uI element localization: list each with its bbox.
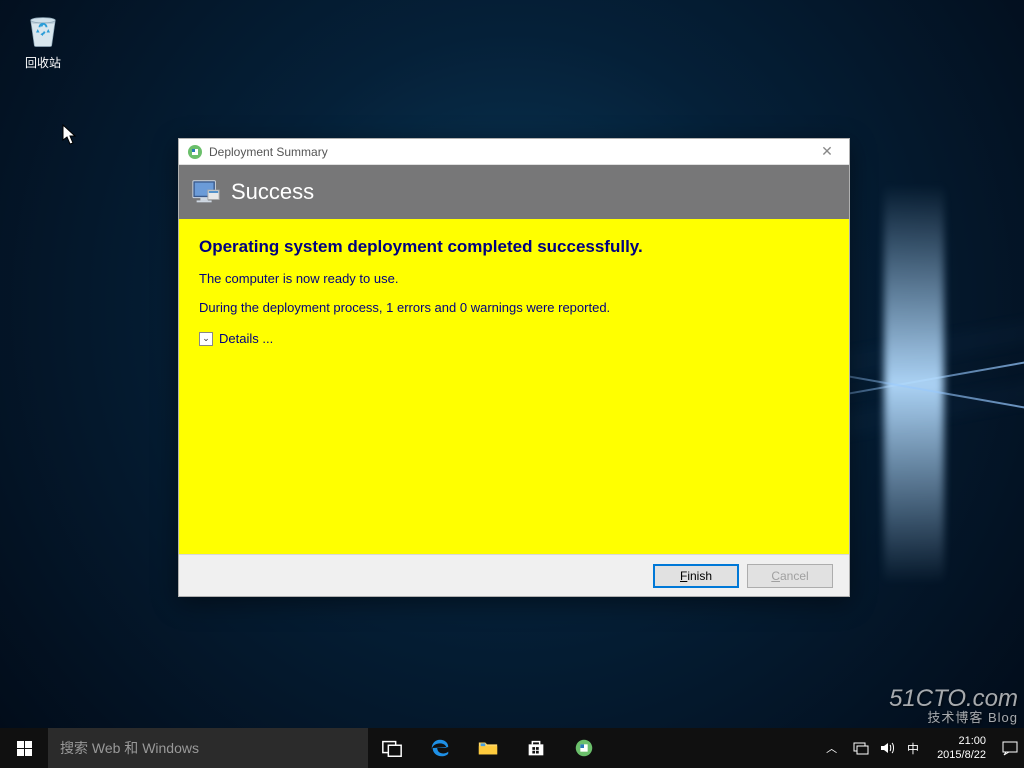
- ime-indicator[interactable]: 中: [905, 740, 921, 756]
- errors-warnings-message: During the deployment process, 1 errors …: [199, 300, 829, 315]
- button-row: Finish Cancel: [179, 554, 849, 596]
- desktop-icon-recycle-bin[interactable]: 回收站: [12, 8, 74, 71]
- banner-title: Success: [231, 179, 314, 205]
- search-placeholder: 搜索 Web 和 Windows: [60, 738, 199, 758]
- watermark: 51CTO.com 技术博客 Blog: [889, 687, 1018, 724]
- store-button[interactable]: [512, 728, 560, 768]
- deployment-summary-dialog: Deployment Summary ✕ Success Operating s…: [178, 138, 850, 597]
- task-view-button[interactable]: [368, 728, 416, 768]
- content-area: Operating system deployment completed su…: [179, 219, 849, 554]
- titlebar[interactable]: Deployment Summary ✕: [179, 139, 849, 165]
- finish-button[interactable]: Finish: [653, 564, 739, 588]
- action-center-button[interactable]: [1002, 740, 1018, 756]
- chevron-down-icon: ⌄: [199, 332, 213, 346]
- monitor-icon: [191, 178, 221, 206]
- ready-message: The computer is now ready to use.: [199, 271, 829, 286]
- clock[interactable]: 21:00 2015/8/22: [931, 734, 992, 763]
- system-tray: ︿ 中 21:00 2015/8/22: [820, 728, 1024, 768]
- recycle-bin-icon: [22, 8, 64, 50]
- file-explorer-button[interactable]: [464, 728, 512, 768]
- cursor-icon: [62, 124, 78, 146]
- watermark-main: 51CTO.com: [889, 687, 1018, 711]
- watermark-sub: 技术博客 Blog: [889, 711, 1018, 724]
- search-input[interactable]: 搜索 Web 和 Windows: [48, 728, 368, 768]
- details-toggle[interactable]: ⌄ Details ...: [199, 331, 273, 346]
- app-icon: [187, 144, 203, 160]
- taskbar: 搜索 Web 和 Windows ︿ 中 21:00 2015/8/22: [0, 728, 1024, 768]
- start-button[interactable]: [0, 728, 48, 768]
- edge-button[interactable]: [416, 728, 464, 768]
- desktop-icon-label: 回收站: [12, 54, 74, 71]
- clock-date: 2015/8/22: [937, 748, 986, 762]
- close-button[interactable]: ✕: [813, 143, 841, 160]
- banner: Success: [179, 165, 849, 219]
- details-label: Details ...: [219, 331, 273, 346]
- volume-icon[interactable]: [879, 740, 895, 756]
- deployment-app-button[interactable]: [560, 728, 608, 768]
- taskbar-pinned: [368, 728, 608, 768]
- windows-logo-icon: [17, 741, 32, 756]
- clock-time: 21:00: [937, 734, 986, 748]
- network-icon[interactable]: [853, 740, 869, 756]
- cancel-button[interactable]: Cancel: [747, 564, 833, 588]
- tray-overflow-button[interactable]: ︿: [820, 740, 843, 756]
- window-title: Deployment Summary: [209, 145, 813, 159]
- success-heading: Operating system deployment completed su…: [199, 237, 829, 257]
